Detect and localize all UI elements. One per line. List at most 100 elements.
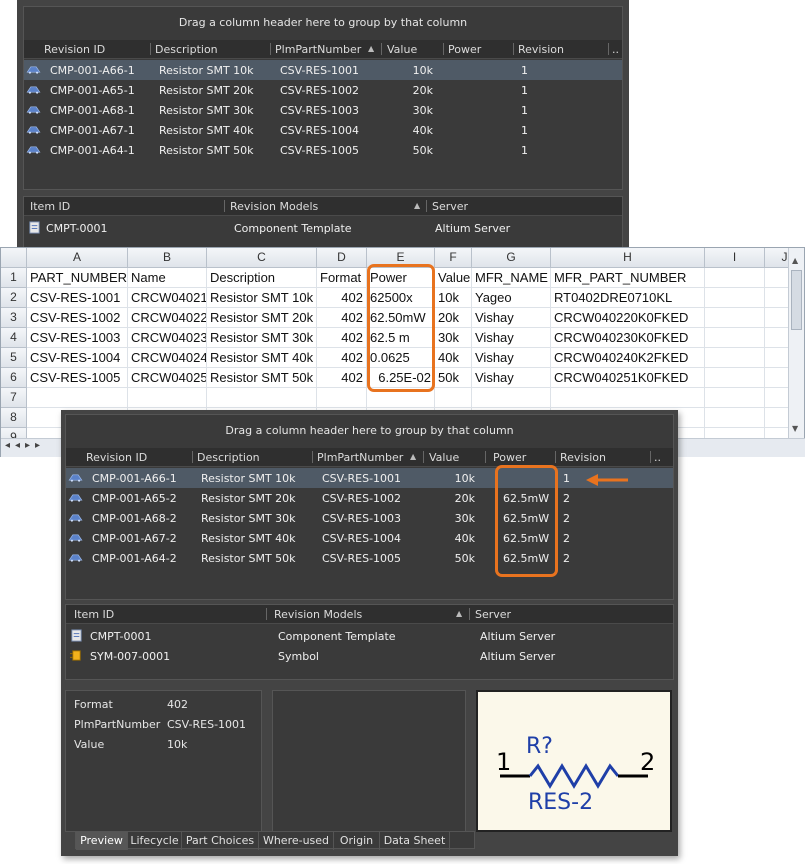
column-header[interactable]: D bbox=[317, 248, 367, 268]
col-plm-part-number[interactable]: PlmPartNumber bbox=[275, 43, 361, 56]
column-header[interactable]: I bbox=[705, 248, 765, 268]
sheet-cell[interactable]: CSV-RES-1002 bbox=[27, 308, 128, 328]
col-more[interactable]: .. bbox=[654, 451, 661, 464]
sheet-nav-first-icon[interactable]: ◂ bbox=[5, 440, 10, 451]
col-revision[interactable]: Revision bbox=[518, 43, 564, 56]
sheet-cell[interactable] bbox=[128, 388, 207, 408]
col-revision-models[interactable]: Revision Models bbox=[230, 200, 318, 213]
row-header[interactable]: 9 bbox=[1, 428, 27, 438]
sheet-cell[interactable]: Resistor SMT 40k bbox=[207, 348, 317, 368]
col-power[interactable]: Power bbox=[493, 451, 526, 464]
row-header[interactable]: 6 bbox=[1, 368, 27, 388]
sheet-cell[interactable] bbox=[705, 268, 765, 288]
column-header[interactable]: H bbox=[551, 248, 705, 268]
column-header[interactable]: B bbox=[128, 248, 207, 268]
column-header[interactable]: A bbox=[27, 248, 128, 268]
sheet-cell[interactable]: 402 bbox=[317, 348, 367, 368]
sheet-cell[interactable]: CRCW040220K0FKED bbox=[551, 308, 705, 328]
sheet-cell[interactable]: Resistor SMT 10k bbox=[207, 288, 317, 308]
sheet-cell[interactable] bbox=[765, 348, 788, 368]
sheet-cell[interactable] bbox=[705, 288, 765, 308]
col-revision-models[interactable]: Revision Models bbox=[274, 608, 362, 621]
sheet-cell[interactable]: CRCW04023 bbox=[128, 328, 207, 348]
sheet-cell[interactable] bbox=[765, 388, 788, 408]
tab-part-choices[interactable]: Part Choices bbox=[182, 832, 259, 850]
sheet-cell[interactable]: CSV-RES-1003 bbox=[27, 328, 128, 348]
sheet-cell[interactable] bbox=[551, 388, 705, 408]
sheet-cell[interactable] bbox=[705, 408, 765, 428]
table-row[interactable]: CMP-001-A66-1 Resistor SMT 10k CSV-RES-100… bbox=[66, 468, 673, 488]
sheet-cell[interactable]: CRCW04022 bbox=[128, 308, 207, 328]
sheet-cell[interactable]: Vishay bbox=[472, 328, 551, 348]
sheet-cell[interactable]: CRCW04021 bbox=[128, 288, 207, 308]
scroll-up-arrow-icon[interactable]: ▲ bbox=[792, 256, 798, 265]
sheet-cell[interactable]: CRCW040251K0FKED bbox=[551, 368, 705, 388]
sheet-cell[interactable]: 40k bbox=[435, 348, 472, 368]
col-more[interactable]: .. bbox=[612, 43, 619, 56]
sheet-cell[interactable] bbox=[705, 428, 765, 438]
column-header[interactable]: F bbox=[435, 248, 472, 268]
tab-lifecycle[interactable]: Lifecycle bbox=[128, 832, 182, 850]
table-row[interactable]: CMP-001-A66-1 Resistor SMT 10k CSV-RES-100… bbox=[24, 60, 622, 80]
tab-where-used[interactable]: Where-used bbox=[259, 832, 334, 850]
col-revision-id[interactable]: Revision ID bbox=[44, 43, 105, 56]
sheet-cell[interactable] bbox=[705, 388, 765, 408]
list-item[interactable]: CMPT-0001 Component Template Altium Serv… bbox=[66, 627, 673, 647]
sheet-cell[interactable]: Resistor SMT 30k bbox=[207, 328, 317, 348]
col-plm-part-number[interactable]: PlmPartNumber bbox=[317, 451, 403, 464]
col-power[interactable]: Power bbox=[448, 43, 481, 56]
col-server[interactable]: Server bbox=[432, 200, 468, 213]
sheet-cell[interactable]: MFR_PART_NUMBER bbox=[551, 268, 705, 288]
col-server[interactable]: Server bbox=[475, 608, 511, 621]
row-header[interactable]: 4 bbox=[1, 328, 27, 348]
column-header[interactable]: C bbox=[207, 248, 317, 268]
col-value[interactable]: Value bbox=[429, 451, 459, 464]
sheet-cell[interactable] bbox=[435, 388, 472, 408]
sheet-cell[interactable]: CSV-RES-1004 bbox=[27, 348, 128, 368]
sheet-cell[interactable] bbox=[765, 308, 788, 328]
sheet-cell[interactable] bbox=[705, 328, 765, 348]
sheet-cell[interactable] bbox=[705, 348, 765, 368]
sheet-nav-prev-icon[interactable]: ◂ bbox=[15, 440, 20, 451]
sheet-cell[interactable]: 402 bbox=[317, 328, 367, 348]
sheet-cell[interactable]: CRCW040240K2FKED bbox=[551, 348, 705, 368]
sheet-cell[interactable]: Yageo bbox=[472, 288, 551, 308]
sheet-cell[interactable]: RT0402DRE0710KL bbox=[551, 288, 705, 308]
sheet-cell[interactable]: Format bbox=[317, 268, 367, 288]
scroll-thumb[interactable] bbox=[791, 270, 802, 330]
sheet-nav-last-icon[interactable]: ▸ bbox=[35, 440, 40, 451]
sheet-cell[interactable]: Vishay bbox=[472, 348, 551, 368]
sheet-cell[interactable] bbox=[317, 388, 367, 408]
row-header[interactable]: 5 bbox=[1, 348, 27, 368]
row-header[interactable]: 2 bbox=[1, 288, 27, 308]
col-value[interactable]: Value bbox=[387, 43, 417, 56]
row-header[interactable]: 3 bbox=[1, 308, 27, 328]
sheet-cell[interactable]: Vishay bbox=[472, 368, 551, 388]
table-row[interactable]: CMP-001-A68-1 Resistor SMT 30k CSV-RES-100… bbox=[24, 100, 622, 120]
sheet-cell[interactable]: CRCW04025 bbox=[128, 368, 207, 388]
row-header[interactable]: 8 bbox=[1, 408, 27, 428]
sheet-cell[interactable] bbox=[765, 428, 788, 438]
table-row[interactable]: CMP-001-A65-2 Resistor SMT 20k CSV-RES-100… bbox=[66, 488, 673, 508]
table-row[interactable]: CMP-001-A68-2 Resistor SMT 30k CSV-RES-100… bbox=[66, 508, 673, 528]
column-header[interactable]: J bbox=[765, 248, 788, 268]
sheet-cell[interactable]: Resistor SMT 20k bbox=[207, 308, 317, 328]
tab-origin[interactable]: Origin bbox=[334, 832, 380, 850]
table-row[interactable]: CMP-001-A65-1 Resistor SMT 20k CSV-RES-100… bbox=[24, 80, 622, 100]
scroll-down-arrow-icon[interactable]: ▼ bbox=[792, 424, 798, 433]
sheet-cell[interactable]: CSV-RES-1005 bbox=[27, 368, 128, 388]
sheet-cell[interactable]: 50k bbox=[435, 368, 472, 388]
col-revision[interactable]: Revision bbox=[560, 451, 606, 464]
vertical-scrollbar[interactable]: ▲ ▼ bbox=[788, 248, 804, 438]
list-item[interactable]: SYM-007-0001 Symbol Altium Server bbox=[66, 647, 673, 667]
sheet-cell[interactable]: 10k bbox=[435, 288, 472, 308]
sheet-cell[interactable] bbox=[765, 368, 788, 388]
sheet-cell[interactable]: Vishay bbox=[472, 308, 551, 328]
sheet-cell[interactable] bbox=[27, 388, 128, 408]
sheet-cell[interactable]: Value bbox=[435, 268, 472, 288]
row-header[interactable]: 7 bbox=[1, 388, 27, 408]
sheet-cell[interactable]: Resistor SMT 50k bbox=[207, 368, 317, 388]
sheet-cell[interactable] bbox=[765, 268, 788, 288]
col-item-id[interactable]: Item ID bbox=[30, 200, 70, 213]
sheet-cell[interactable]: PART_NUMBER bbox=[27, 268, 128, 288]
